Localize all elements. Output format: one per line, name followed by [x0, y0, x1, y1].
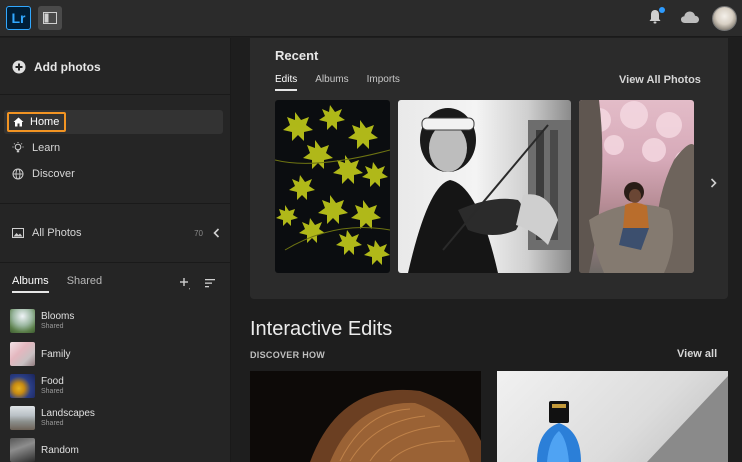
divider [0, 94, 231, 95]
album-thumbnail [10, 438, 35, 462]
main-content: Recent Edits Albums Imports View All Pho… [232, 38, 742, 462]
tab-albums-recent[interactable]: Albums [315, 74, 348, 91]
recent-tabs: Edits Albums Imports [275, 74, 400, 91]
discover-how-label: DISCOVER HOW [250, 350, 326, 360]
album-item-random[interactable]: Random [10, 438, 79, 462]
sidebar-item-discover[interactable]: Discover [12, 168, 75, 180]
all-photos-label: All Photos [32, 227, 82, 239]
album-name: Random [41, 444, 79, 456]
panel-toggle-icon [43, 12, 57, 24]
add-photos-button[interactable]: Add photos [12, 58, 101, 76]
album-item-blooms[interactable]: Blooms Shared [10, 309, 74, 333]
album-item-landscapes[interactable]: Landscapes Shared [10, 406, 95, 430]
interactive-edit-hair[interactable] [250, 371, 481, 462]
tab-albums[interactable]: Albums [12, 275, 49, 293]
sidebar-item-label: Learn [32, 142, 61, 154]
recent-card: Recent Edits Albums Imports View All Pho… [250, 38, 728, 299]
album-shared-badge: Shared [41, 323, 64, 330]
globe-icon [12, 168, 24, 180]
tab-edits[interactable]: Edits [275, 74, 298, 91]
top-bar: Lr [0, 0, 742, 37]
divider [0, 262, 231, 263]
avatar[interactable] [712, 6, 737, 31]
svg-text:,: , [189, 284, 191, 290]
hair-image [310, 389, 481, 462]
notification-dot [659, 7, 665, 13]
leaves-image [275, 105, 390, 265]
interactive-edit-bottle[interactable] [497, 371, 728, 462]
tab-imports[interactable]: Imports [367, 74, 400, 91]
recent-photo-blossoms[interactable] [579, 100, 694, 273]
all-photos-count: 70 [194, 228, 203, 238]
album-name: Food [41, 376, 64, 387]
album-name: Blooms [41, 311, 75, 322]
album-shared-badge: Shared [41, 420, 64, 427]
divider [0, 203, 231, 204]
recent-photo-violinist[interactable] [398, 100, 571, 273]
photo-icon [12, 228, 24, 238]
recent-photo-leaves[interactable] [275, 100, 390, 273]
album-thumbnail [10, 309, 35, 333]
album-name: Landscapes [41, 408, 95, 419]
album-shared-badge: Shared [41, 388, 64, 395]
violinist-image [408, 108, 571, 273]
blossom-image [579, 100, 694, 273]
home-selection-box: Home [7, 112, 66, 132]
sidebar-item-label: Discover [32, 168, 75, 180]
album-thumbnail [10, 342, 35, 366]
sidebar: Add photos Home Learn Discover All Photo… [0, 38, 231, 462]
album-tabs: Albums Shared [12, 275, 102, 293]
bottle-image [537, 376, 728, 462]
album-item-family[interactable]: Family [10, 342, 70, 366]
lightroom-logo[interactable]: Lr [6, 6, 31, 30]
plus-circle-icon [12, 60, 26, 74]
add-album-icon[interactable]: , [180, 278, 192, 290]
album-thumbnail [10, 406, 35, 430]
cloud-icon[interactable] [680, 10, 700, 24]
sidebar-item-all-photos[interactable]: All Photos 70 [12, 227, 220, 239]
lightbulb-icon [12, 142, 24, 153]
album-name: Family [41, 348, 71, 360]
sort-icon[interactable] [205, 279, 216, 288]
panel-toggle-button[interactable] [38, 6, 62, 30]
sidebar-item-label: Home [30, 116, 60, 128]
sidebar-item-learn[interactable]: Learn [12, 142, 60, 154]
tab-shared[interactable]: Shared [67, 275, 102, 293]
sidebar-item-home[interactable]: Home [4, 110, 223, 134]
home-icon [13, 117, 24, 127]
chevron-left-icon[interactable] [213, 228, 220, 238]
chevron-right-icon[interactable] [710, 178, 717, 188]
album-item-food[interactable]: Food Shared [10, 374, 64, 398]
album-thumbnail [10, 374, 35, 398]
view-all-photos-link[interactable]: View All Photos [619, 74, 701, 86]
view-all-link[interactable]: View all [677, 348, 717, 360]
add-photos-label: Add photos [34, 60, 101, 74]
recent-title: Recent [275, 48, 319, 63]
interactive-edits-title: Interactive Edits [250, 318, 393, 340]
